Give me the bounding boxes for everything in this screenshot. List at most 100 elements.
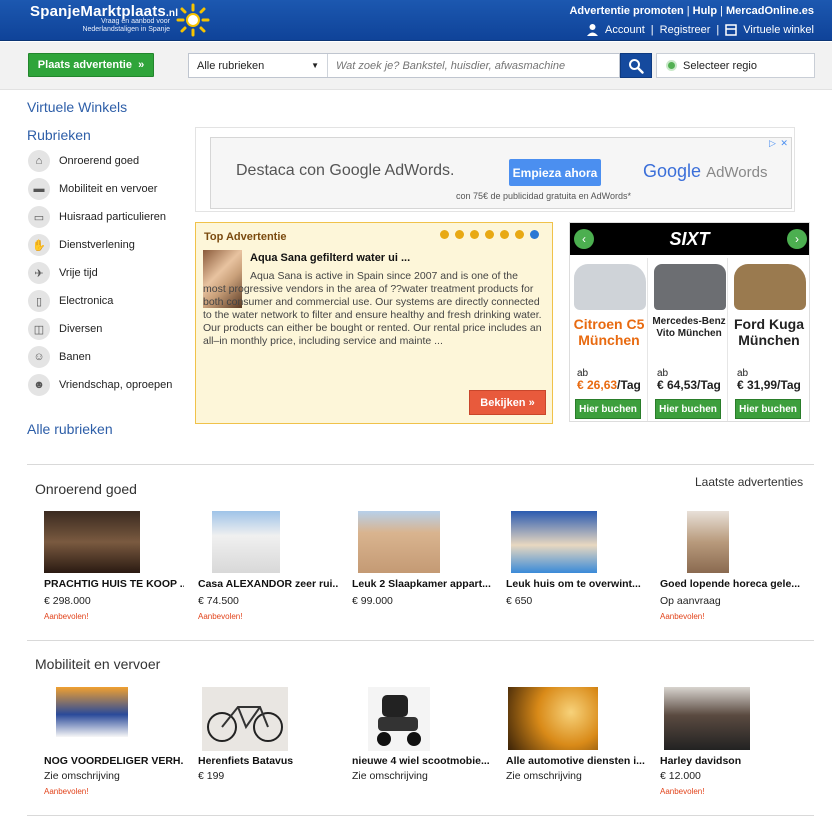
- sidebar-item-electronica[interactable]: ▯ Electronica: [28, 290, 113, 312]
- sidebar-item-mobiliteit[interactable]: ▬ Mobiliteit en vervoer: [28, 178, 157, 200]
- help-link[interactable]: Hulp: [693, 5, 717, 17]
- featured-badge: Aanbevolen!: [44, 612, 89, 621]
- search-button[interactable]: [620, 53, 652, 78]
- bicycle-icon: [207, 706, 283, 742]
- search-input[interactable]: [328, 54, 619, 77]
- listing-image[interactable]: [56, 687, 128, 737]
- carousel-dot-active[interactable]: [530, 230, 539, 239]
- listing-price: Zie omschrijving: [44, 770, 120, 782]
- listing-title[interactable]: Alle automotive diensten i...: [506, 755, 646, 767]
- place-ad-button[interactable]: Plaats advertentie »: [28, 53, 154, 77]
- carousel-dot[interactable]: [470, 230, 479, 239]
- sixt-logo: SIXT: [570, 223, 809, 255]
- listing-image[interactable]: [687, 511, 729, 573]
- user-links: Account | Registreer | Virtuele winkel: [586, 23, 814, 36]
- next-arrow-icon[interactable]: ›: [787, 229, 807, 249]
- sidebar-item-vrije-tijd[interactable]: ✈ Vrije tijd: [28, 262, 98, 284]
- listing-title[interactable]: Leuk 2 Slaapkamer appart...: [352, 578, 492, 590]
- carousel-dot[interactable]: [515, 230, 524, 239]
- car-price: € 31,99/Tag: [737, 378, 801, 392]
- listing-image[interactable]: [212, 511, 280, 573]
- prev-arrow-icon[interactable]: ‹: [574, 229, 594, 249]
- car-name: Ford Kuga München: [734, 316, 804, 348]
- listing-image[interactable]: [368, 687, 430, 751]
- store-icon: [725, 23, 738, 36]
- book-button[interactable]: Hier buchen: [735, 399, 801, 419]
- top-ad-title[interactable]: Aqua Sana gefilterd water ui ...: [250, 252, 410, 264]
- listing-price: € 74.500: [198, 595, 239, 607]
- sidebar-item-vriendschap[interactable]: ☻ Vriendschap, oproepen: [28, 374, 172, 396]
- listing-title[interactable]: Casa ALEXANDOR zeer rui...: [198, 578, 338, 590]
- listing-title[interactable]: Herenfiets Batavus: [198, 755, 338, 767]
- carousel-dot[interactable]: [485, 230, 494, 239]
- house-icon: ⌂: [28, 150, 50, 172]
- worker-icon: ☺: [28, 346, 50, 368]
- virtual-shops-link[interactable]: Virtuele Winkels: [27, 99, 127, 115]
- sofa-icon: ▭: [28, 206, 50, 228]
- mercadonline-link[interactable]: MercadOnline.es: [726, 5, 814, 17]
- listing-price: Zie omschrijving: [506, 770, 582, 782]
- car-icon: ▬: [28, 178, 50, 200]
- people-icon: ☻: [28, 374, 50, 396]
- top-ad-description: Aqua Sana is active in Spain since 2007 …: [203, 270, 542, 347]
- google-ad-button[interactable]: Empieza ahora: [509, 159, 601, 186]
- car-name: Mercedes-Benz Vito München: [652, 316, 726, 339]
- section-divider: [27, 815, 814, 816]
- featured-badge: Aanbevolen!: [660, 787, 705, 796]
- sidebar-item-diversen[interactable]: ◫ Diversen: [28, 318, 102, 340]
- listing-image[interactable]: [202, 687, 288, 751]
- section-divider: [27, 640, 814, 641]
- book-button[interactable]: Hier buchen: [655, 399, 721, 419]
- listing-price: € 12.000: [660, 770, 701, 782]
- carousel-dot[interactable]: [440, 230, 449, 239]
- sidebar-item-dienstverlening[interactable]: ✋ Dienstverlening: [28, 234, 135, 256]
- featured-badge: Aanbevolen!: [44, 787, 89, 796]
- register-link[interactable]: Registreer: [660, 24, 711, 36]
- adchoices-icon[interactable]: ▷ ✕: [769, 138, 789, 149]
- virtual-store-link[interactable]: Virtuele winkel: [743, 24, 814, 36]
- listing-price: € 298.000: [44, 595, 91, 607]
- region-select[interactable]: Selecteer regio: [656, 53, 815, 78]
- category-select[interactable]: Alle rubrieken ▼: [189, 54, 328, 77]
- account-link[interactable]: Account: [605, 24, 645, 36]
- sidebar-item-banen[interactable]: ☺ Banen: [28, 346, 91, 368]
- scooter-icon: [377, 695, 421, 746]
- car-name: Citroen C5 München: [573, 316, 645, 348]
- listing-image[interactable]: [664, 687, 750, 750]
- book-button[interactable]: Hier buchen: [575, 399, 641, 419]
- section-title[interactable]: Onroerend goed: [35, 481, 137, 497]
- view-button[interactable]: Bekijken »: [469, 390, 546, 415]
- listing-title[interactable]: Goed lopende horeca gele...: [660, 578, 800, 590]
- listing-image[interactable]: [508, 687, 598, 750]
- listing-title[interactable]: nieuwe 4 wiel scootmobie...: [352, 755, 492, 767]
- google-ad-text: Destaca con Google AdWords.: [236, 162, 455, 179]
- listing-price: € 199: [198, 770, 225, 782]
- top-ad-label: Top Advertentie: [204, 231, 287, 243]
- listing-title[interactable]: Harley davidson: [660, 755, 800, 767]
- promote-ad-link[interactable]: Advertentie promoten: [569, 5, 683, 17]
- search-icon: [629, 58, 644, 74]
- google-ad-subtext: con 75€ de publicidad gratuita en AdWord…: [456, 191, 631, 201]
- carousel-dot[interactable]: [500, 230, 509, 239]
- listing-image[interactable]: [358, 511, 440, 573]
- sidebar-item-huisraad[interactable]: ▭ Huisraad particulieren: [28, 206, 166, 228]
- listing-title[interactable]: NOG VOORDELIGER VERH...: [44, 755, 184, 767]
- all-rubrieken-link[interactable]: Alle rubrieken: [27, 421, 113, 437]
- latest-ads-link[interactable]: Laatste advertenties: [695, 475, 803, 489]
- car-image: [654, 264, 726, 310]
- listing-image[interactable]: [511, 511, 597, 573]
- car-price: € 26,63/Tag: [577, 378, 641, 392]
- featured-badge: Aanbevolen!: [660, 612, 705, 621]
- listing-title[interactable]: PRACHTIG HUIS TE KOOP ...: [44, 578, 184, 590]
- listing-image[interactable]: [44, 511, 140, 573]
- carousel-dot[interactable]: [455, 230, 464, 239]
- sidebar-item-onroerend-goed[interactable]: ⌂ Onroerend goed: [28, 150, 139, 172]
- sun-logo-icon: [176, 3, 210, 37]
- devices-icon: ▯: [28, 290, 50, 312]
- section-title[interactable]: Mobiliteit en vervoer: [35, 656, 160, 672]
- listing-title[interactable]: Leuk huis om te overwint...: [506, 578, 646, 590]
- rubrieken-heading: Rubrieken: [27, 127, 91, 143]
- search-field-group: Alle rubrieken ▼: [188, 53, 620, 78]
- header-links: Advertentie promoten | Hulp | MercadOnline.e…: [569, 5, 814, 17]
- box-icon: ◫: [28, 318, 50, 340]
